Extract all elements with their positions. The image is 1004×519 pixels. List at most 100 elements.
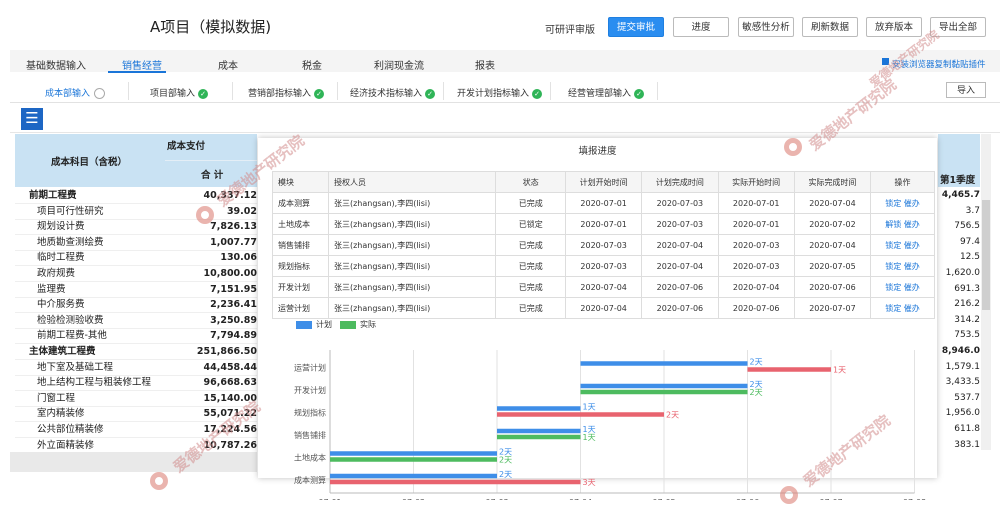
row-actions[interactable]: 锁定 催办 [870,276,935,298]
actual-bar-label: 2天 [499,455,512,464]
cost-row-label: 主体建筑工程费 [29,346,96,357]
table-cell: 2020-07-04 [793,234,872,256]
table-cell: 2020-07-01 [565,192,643,214]
actual-bar [580,389,748,395]
subtab-cost-dept[interactable]: 成本部输入 [45,86,106,99]
q1-value[interactable]: 537.7 [938,391,980,406]
cost-row-value[interactable]: 7,794.89 [165,328,257,343]
q1-value[interactable]: 4,465.7 [938,188,980,203]
cost-row-value[interactable]: 96,668.63 [165,375,258,390]
table-cell: 已锁定 [495,213,567,235]
row-actions[interactable]: 锁定 催办 [870,234,935,256]
subtab-project-dept[interactable]: 项目部输入 ✓ [150,86,209,99]
subtab-econ-tech[interactable]: 经济技术指标输入 ✓ [350,86,436,99]
table-cell: 张三(zhangsan),李四(lisi) [327,255,497,277]
q1-value[interactable]: 756.5 [938,219,980,234]
row-actions[interactable]: 锁定 催办 [870,255,935,277]
cost-row-label: 室内精装修 [37,408,85,420]
table-cell: 张三(zhangsan),李四(lisi) [327,297,497,319]
divider [128,82,129,100]
actual-bar [747,367,831,372]
import-button[interactable]: 导入 [946,82,986,98]
subtab-label: 营销部指标输入 [248,89,312,99]
q1-value[interactable]: 8,946.0 [938,344,980,359]
cost-row-value[interactable]: 44,458.44 [165,360,258,375]
table-cell: 2020-07-06 [717,297,795,319]
subtab-marketing-dept[interactable]: 营销部指标输入 ✓ [248,86,325,99]
subtab-ops-mgmt[interactable]: 经营管理部输入 ✓ [568,86,645,99]
row-actions[interactable]: 解锁 催办 [870,213,935,235]
table-cell: 2020-07-06 [641,297,719,319]
scrollbar-thumb[interactable] [982,200,990,310]
sensitivity-analysis-button[interactable]: 敏感性分析 [738,17,794,37]
y-category-label: 销售铺排 [294,430,326,440]
x-tick-label: 07-07 [819,498,842,500]
table-cell: 2020-07-07 [793,297,872,319]
table-cell: 2020-07-03 [641,192,719,214]
plan-bar [330,451,497,456]
tab-tax[interactable]: 税金 [302,57,322,72]
cost-row-value[interactable]: 2,236.41 [165,297,257,312]
tab-basic-data[interactable]: 基础数据输入 [26,57,86,72]
column-header: 实际开始时间 [717,171,795,193]
table-cell: 开发计划 [272,276,329,298]
x-tick-label: 07-03 [485,498,508,500]
cost-row-label: 前期工程费 [29,190,77,201]
q1-value[interactable]: 97.4 [938,235,980,250]
refresh-data-button[interactable]: 刷新数据 [802,17,858,37]
divider [657,82,658,100]
cost-row-value[interactable]: 10,800.00 [165,266,258,281]
q1-value[interactable]: 691.3 [938,282,980,297]
tab-sales[interactable]: 销售经营 [122,57,162,72]
q1-value[interactable]: 383.1 [938,438,980,453]
y-category-label: 成本测算 [294,475,326,485]
table-cell: 已完成 [495,234,567,256]
cost-row-label: 前期工程费-其他 [37,330,107,342]
tab-cost[interactable]: 成本 [218,57,238,72]
gantt-chart: 07-01 07-02 07-03 07-04 07-05 07-06 07-07 07-08… [294,350,926,500]
cost-row-value[interactable]: 251,866.50 [165,344,257,359]
actual-bar [497,434,581,440]
tab-profit-cashflow[interactable]: 利润现金流 [374,57,424,72]
table-cell: 张三(zhangsan),李四(lisi) [327,234,497,256]
cost-row-label: 监理费 [37,283,66,295]
q1-value[interactable]: 3,433.5 [938,375,980,390]
table-cell: 2020-07-06 [641,276,719,298]
cost-row-label: 中介服务费 [37,299,85,311]
actual-bar-label: 3天 [583,478,596,487]
watermark-logo [196,206,214,224]
divider [337,82,338,100]
table-cell: 2020-07-05 [793,255,872,277]
cost-row-value[interactable]: 1,007.77 [165,235,257,250]
discard-version-button[interactable]: 放弃版本 [866,17,922,37]
q1-value[interactable]: 314.2 [938,313,980,328]
q1-value[interactable]: 12.5 [938,250,980,265]
table-cell: 张三(zhangsan),李四(lisi) [327,213,497,235]
active-tab-indicator [108,71,166,73]
menu-icon[interactable]: ☰ [21,108,43,130]
cost-row-value[interactable]: 130.06 [165,250,257,265]
cost-row-value[interactable]: 7,151.95 [165,282,257,297]
row-actions[interactable]: 锁定 催办 [870,192,935,214]
horizontal-scrollbar[interactable] [10,452,257,472]
subtab-label: 成本部输入 [45,89,91,99]
x-tick-label: 07-01 [318,498,341,500]
x-tick-label: 07-02 [402,498,425,500]
q1-value[interactable]: 753.5 [938,328,980,343]
submit-approval-button[interactable]: 提交审批 [608,17,664,37]
q1-value[interactable]: 1,956.0 [938,406,980,421]
q1-value[interactable]: 3.7 [938,204,980,219]
q1-value[interactable]: 1,620.0 [938,266,980,281]
actual-bar [497,412,664,417]
table-cell: 张三(zhangsan),李四(lisi) [327,192,497,214]
subtab-dev-plan[interactable]: 开发计划指标输入 ✓ [457,86,543,99]
q1-value[interactable]: 611.8 [938,422,980,437]
y-category-label: 规划指标 [294,407,326,417]
row-actions[interactable]: 锁定 催办 [870,297,935,319]
y-category-label: 运营计划 [294,362,326,372]
q1-value[interactable]: 216.2 [938,297,980,312]
cost-row-value[interactable]: 3,250.89 [165,313,257,328]
tab-reports[interactable]: 报表 [475,57,495,72]
q1-value[interactable]: 1,579.1 [938,360,980,375]
progress-button[interactable]: 进度 [673,17,729,37]
